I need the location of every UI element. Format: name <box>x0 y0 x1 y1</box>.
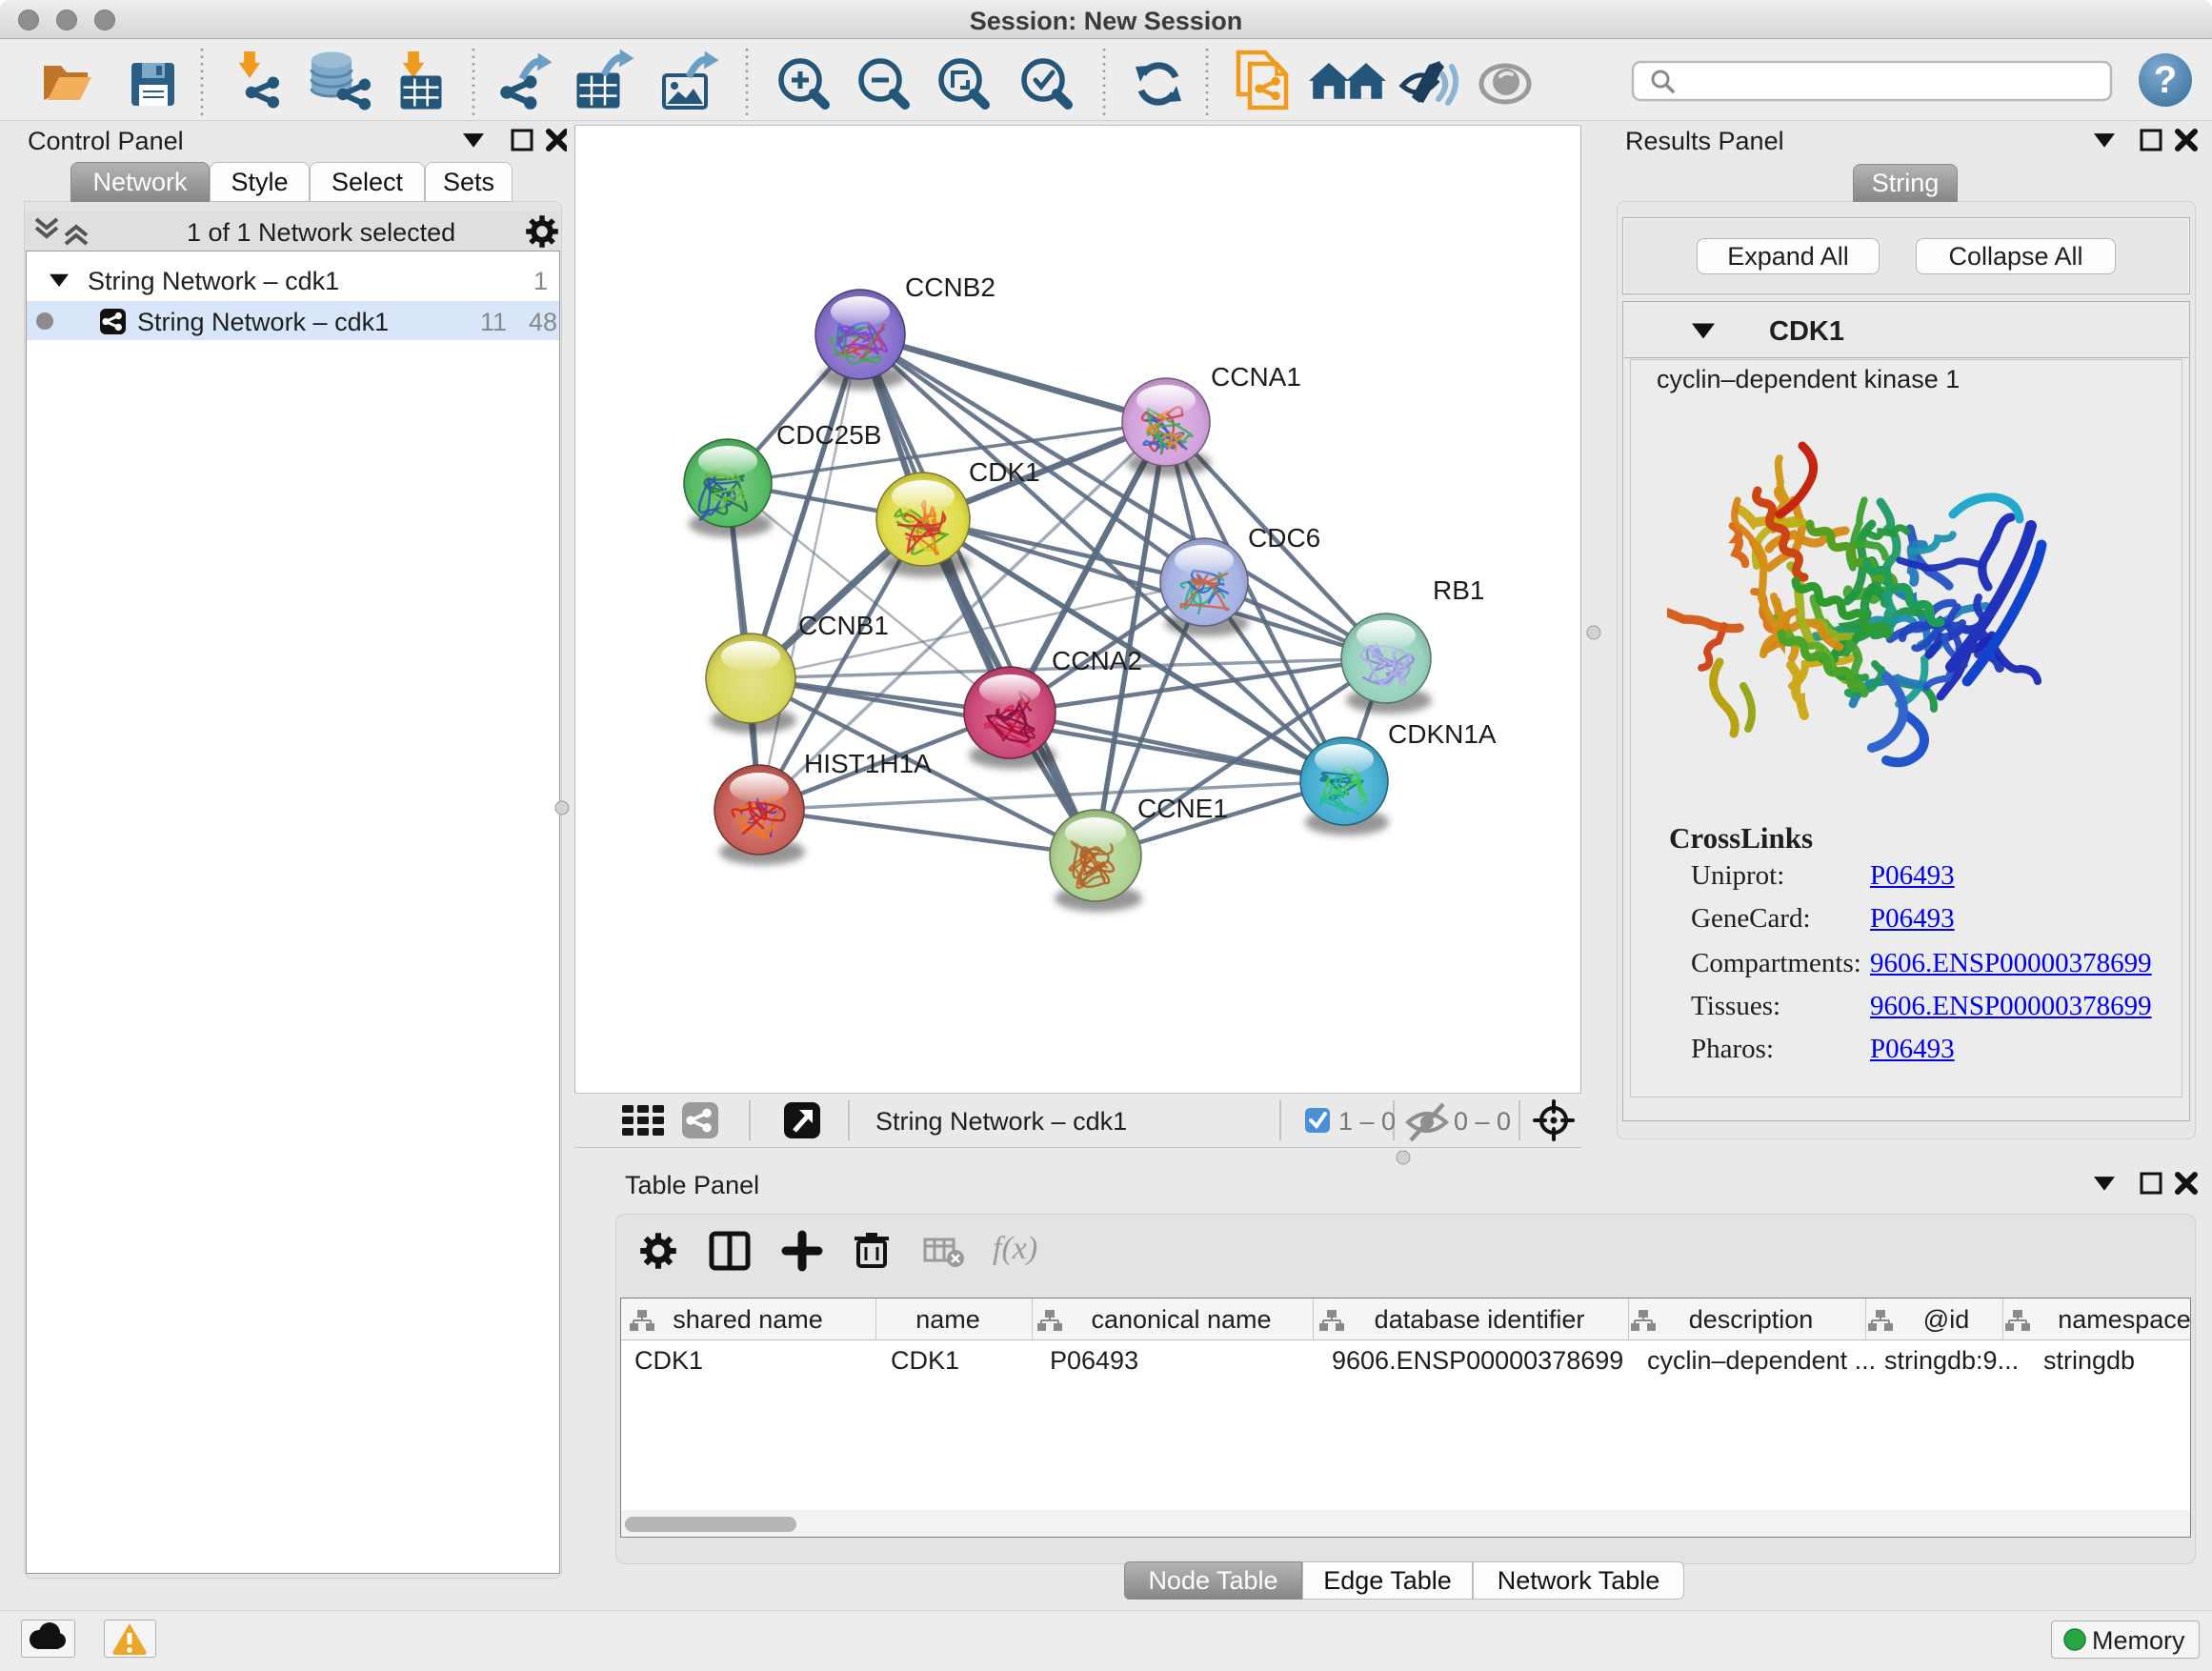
svg-text:RB1: RB1 <box>1433 575 1484 605</box>
svg-text:?: ? <box>2154 59 2177 101</box>
svg-text:CDK1: CDK1 <box>969 457 1040 487</box>
svg-text:CCNA2: CCNA2 <box>1052 646 1142 675</box>
svg-text:HIST1H1A: HIST1H1A <box>804 749 932 778</box>
svg-text:CCNA1: CCNA1 <box>1211 362 1301 392</box>
svg-text:CDC6: CDC6 <box>1248 523 1320 553</box>
svg-text:CCNB2: CCNB2 <box>905 272 995 302</box>
svg-text:CCNE1: CCNE1 <box>1137 794 1228 823</box>
svg-text:CCNB1: CCNB1 <box>798 611 889 640</box>
svg-text:CDKN1A: CDKN1A <box>1388 719 1497 749</box>
svg-text:CDC25B: CDC25B <box>776 420 881 450</box>
